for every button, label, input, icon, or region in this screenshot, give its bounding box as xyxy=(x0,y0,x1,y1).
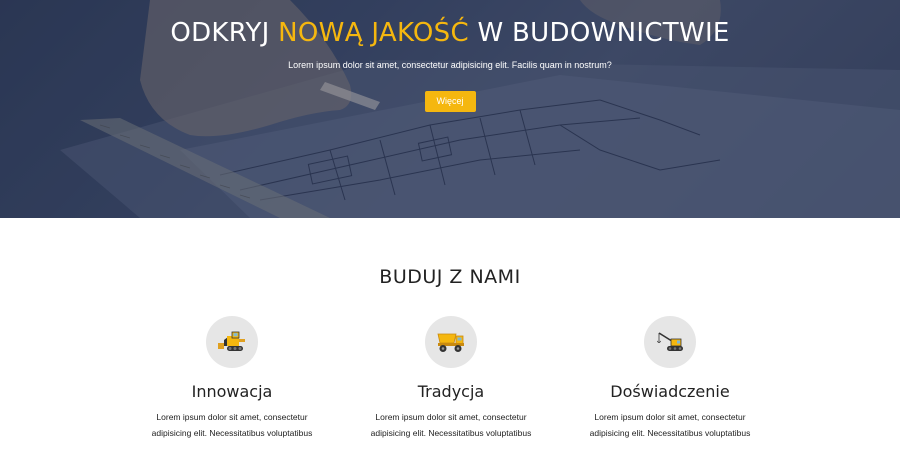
feature-text-line: adipisicing elit. Necessitatibus volupta… xyxy=(589,428,751,438)
section-title: BUDUJ Z NAMI xyxy=(379,266,521,288)
feature-card: Doświadczenie Lorem ipsum dolor sit amet… xyxy=(570,316,770,441)
hero-banner: ODKRYJ NOWĄ JAKOŚĆ W BUDOWNICTWIE Lorem … xyxy=(0,0,900,218)
feature-text: Lorem ipsum dolor sit amet, consectetur … xyxy=(142,409,322,441)
build-with-us-section: BUDUJ Z NAMI Innowacja Lorem ipsum dolor… xyxy=(0,218,900,449)
feature-card: Tradycja Lorem ipsum dolor sit amet, con… xyxy=(351,316,551,441)
feature-icon-circle xyxy=(644,316,696,368)
bulldozer-icon xyxy=(218,331,245,351)
hero-title-accent: NOWĄ JAKOŚĆ xyxy=(278,18,469,48)
feature-title: Doświadczenie xyxy=(610,382,730,401)
feature-text-line: adipisicing elit. Necessitatibus volupta… xyxy=(151,428,313,438)
hero-title-part2: W BUDOWNICTWIE xyxy=(468,18,730,48)
feature-title: Innowacja xyxy=(191,382,273,401)
feature-text-line: Lorem ipsum dolor sit amet, consectetur xyxy=(594,412,746,422)
hero-title: ODKRYJ NOWĄ JAKOŚĆ W BUDOWNICTWIE xyxy=(0,18,900,48)
hero-title-part1: ODKRYJ xyxy=(170,18,279,48)
feature-text-line: Lorem ipsum dolor sit amet, consectetur xyxy=(156,412,308,422)
feature-text: Lorem ipsum dolor sit amet, consectetur … xyxy=(580,409,760,441)
features-row: Innowacja Lorem ipsum dolor sit amet, co… xyxy=(0,316,900,449)
feature-text-line: adipisicing elit. Necessitatibus volupta… xyxy=(370,428,532,438)
feature-icon-circle xyxy=(425,316,477,368)
feature-title: Tradycja xyxy=(417,382,485,401)
feature-icon-circle xyxy=(206,316,258,368)
crane-icon xyxy=(657,332,683,351)
feature-text-line: Lorem ipsum dolor sit amet, consectetur xyxy=(375,412,527,422)
hero-subtitle: Lorem ipsum dolor sit amet, consectetur … xyxy=(288,60,612,70)
feature-text: Lorem ipsum dolor sit amet, consectetur … xyxy=(361,409,541,441)
feature-card: Innowacja Lorem ipsum dolor sit amet, co… xyxy=(132,316,332,441)
more-button[interactable]: Więcej xyxy=(424,91,476,112)
dump-truck-icon xyxy=(437,333,464,352)
